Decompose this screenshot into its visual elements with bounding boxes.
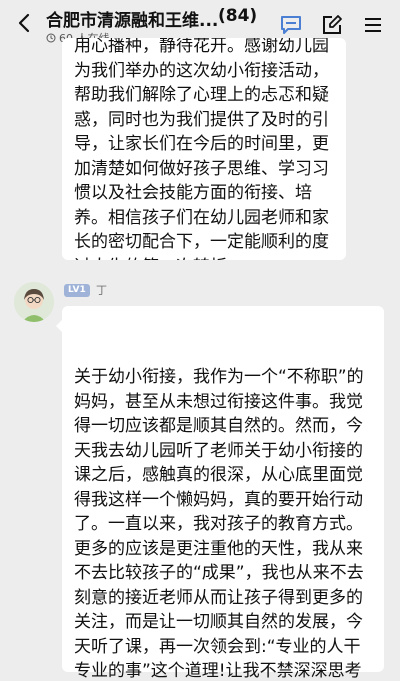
level-badge: LV1 bbox=[64, 284, 90, 297]
avatar-image bbox=[14, 282, 54, 322]
message-bubble[interactable]: 用心播种，静待花开。感谢幼儿园为我们举办的这次幼小衔接活动，帮助我们解除了心理上… bbox=[62, 38, 346, 260]
clock-icon bbox=[46, 33, 56, 43]
sender-name: 丁 bbox=[96, 284, 107, 297]
chevron-left-icon[interactable] bbox=[14, 12, 36, 34]
message-text: 用心播种，静待花开。感谢幼儿园为我们举办的这次幼小衔接活动，帮助我们解除了心理上… bbox=[74, 38, 329, 260]
edit-icon[interactable] bbox=[321, 14, 343, 36]
menu-icon[interactable] bbox=[362, 14, 384, 36]
avatar[interactable] bbox=[14, 282, 54, 322]
chat-bubble-icon[interactable] bbox=[280, 14, 302, 36]
message-text: 关于幼小衔接，我作为一个“不称职”的妈妈，甚至从未想过衔接这件事。我觉得一切应该… bbox=[74, 367, 364, 681]
member-count: (84) bbox=[218, 6, 258, 26]
message-bubble[interactable]: 关于幼小衔接，我作为一个“不称职”的妈妈，甚至从未想过衔接这件事。我觉得一切应该… bbox=[56, 306, 384, 681]
